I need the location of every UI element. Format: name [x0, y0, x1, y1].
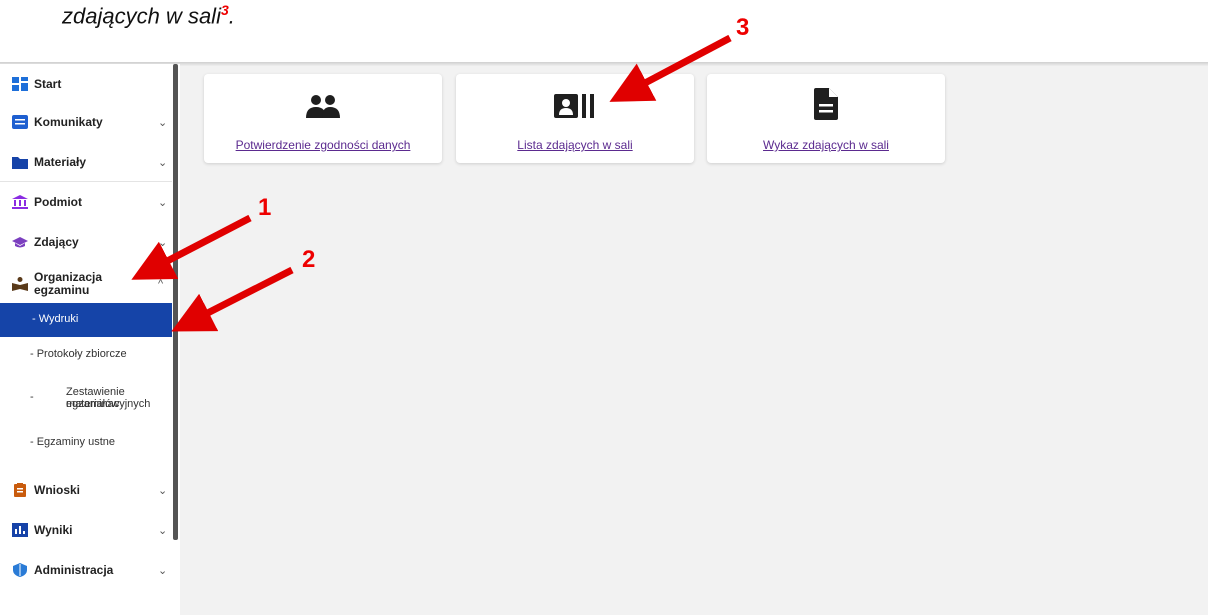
- annotation-number-2: 2: [302, 246, 316, 273]
- arrow-2: [171, 266, 294, 332]
- annotation-arrows: [131, 34, 732, 332]
- annotation-number-3: 3: [736, 14, 750, 41]
- arrow-3: [609, 34, 732, 102]
- arrow-1: [131, 214, 252, 280]
- annotation-number-1: 1: [258, 194, 272, 221]
